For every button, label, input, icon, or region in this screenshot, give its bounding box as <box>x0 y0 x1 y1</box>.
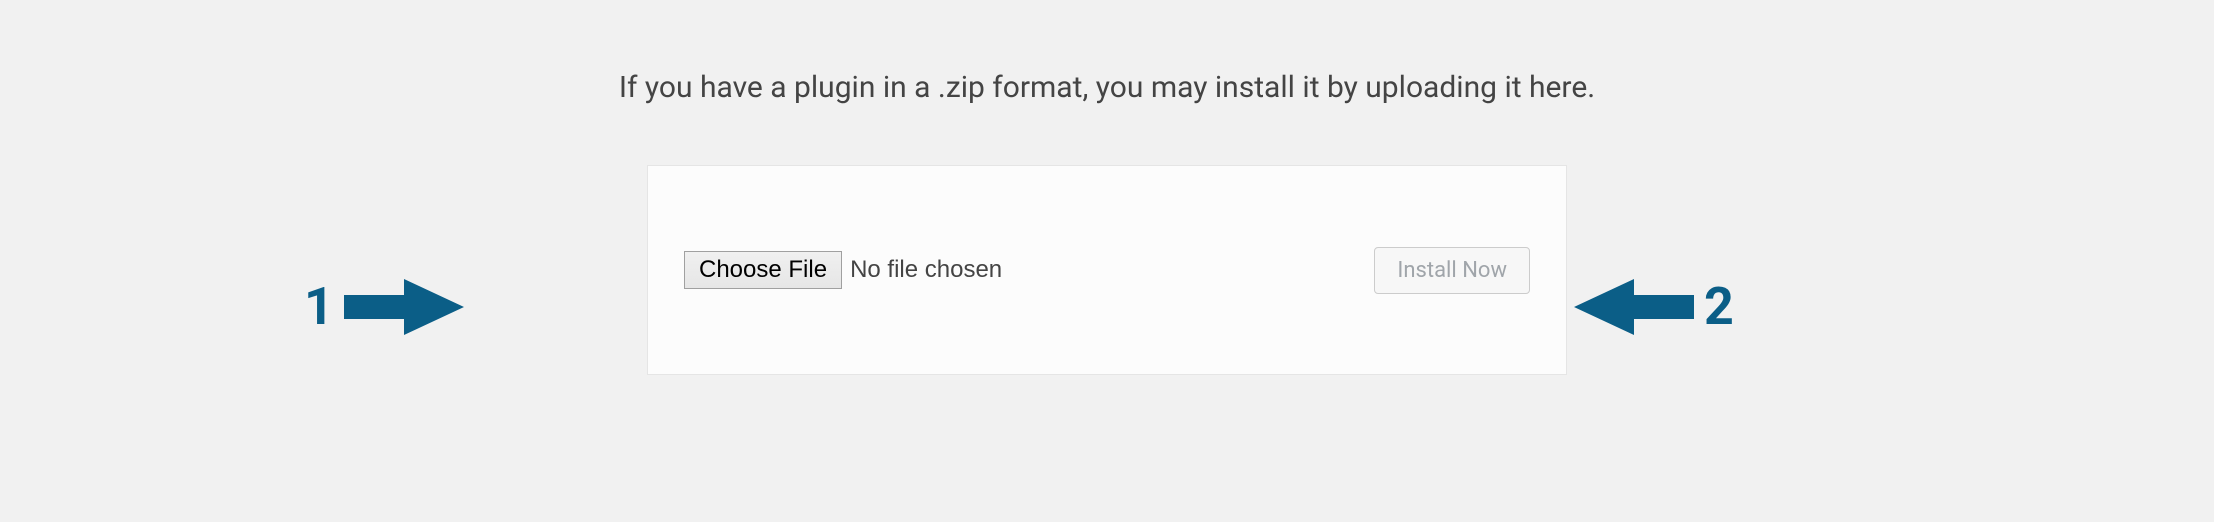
annotation-number-2: 2 <box>1704 276 1734 337</box>
annotation-step-1: 1 <box>304 276 464 337</box>
arrow-right-icon <box>344 277 464 337</box>
file-status-text: No file chosen <box>850 256 1002 284</box>
choose-file-button[interactable]: Choose File <box>684 251 842 289</box>
install-now-button[interactable]: Install Now <box>1374 247 1530 294</box>
upload-form: Choose File No file chosen Install Now <box>647 165 1567 375</box>
arrow-left-icon <box>1574 277 1694 337</box>
intro-text: If you have a plugin in a .zip format, y… <box>619 70 1595 105</box>
file-input-area: Choose File No file chosen <box>684 251 1002 289</box>
annotation-number-1: 1 <box>304 276 334 337</box>
annotation-step-2: 2 <box>1574 276 1734 337</box>
